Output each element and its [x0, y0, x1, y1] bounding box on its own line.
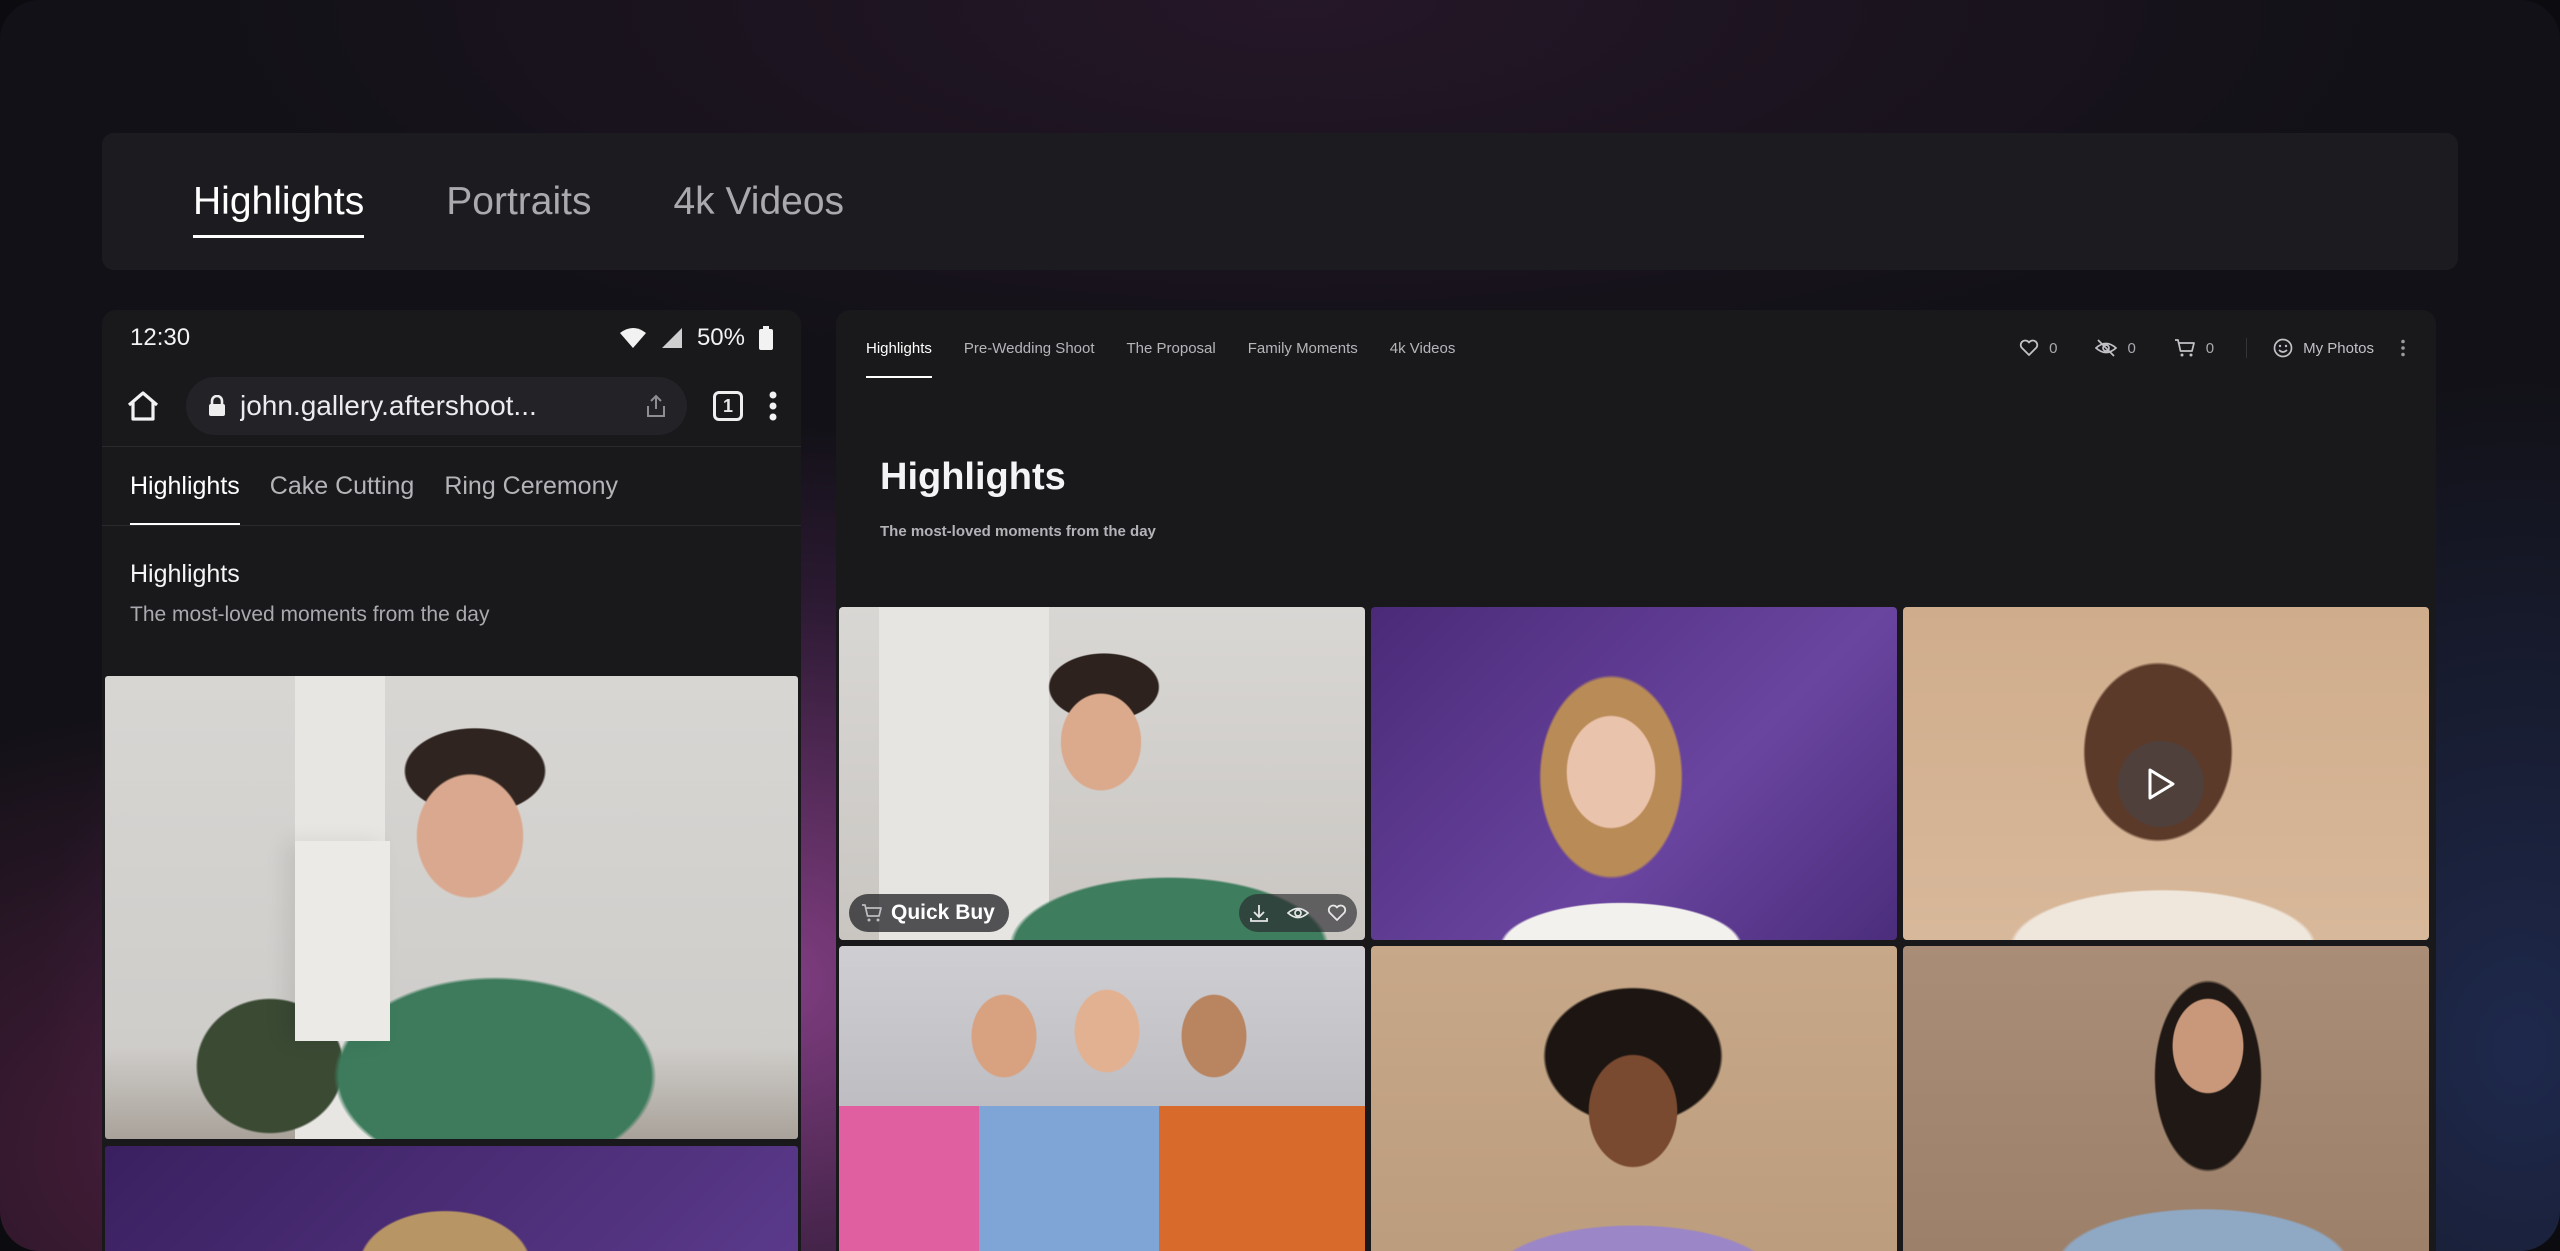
phone-tab-cake-cutting[interactable]: Cake Cutting	[270, 472, 415, 501]
heart-icon	[2019, 339, 2039, 357]
play-icon	[2146, 767, 2176, 801]
phone-photo-2[interactable]	[105, 1146, 798, 1251]
gallery-photo-4[interactable]	[839, 946, 1365, 1251]
desk-tab-the-proposal[interactable]: The Proposal	[1127, 340, 1216, 357]
gallery-photo-1[interactable]: Quick Buy	[839, 607, 1365, 940]
play-button[interactable]	[2118, 741, 2204, 827]
favorites-counter[interactable]: 0	[2013, 339, 2063, 357]
battery-icon	[759, 326, 773, 350]
url-text: john.gallery.aftershoot...	[240, 390, 537, 421]
browser-address-row: john.gallery.aftershoot... 1	[102, 366, 801, 446]
desk-tab-highlights[interactable]: Highlights	[866, 340, 932, 378]
wifi-icon	[619, 327, 647, 349]
phone-section-header: Highlights The most-loved moments from t…	[102, 526, 801, 656]
photo-actions	[1239, 894, 1357, 932]
desktop-section-subtitle: The most-loved moments from the day	[880, 523, 1156, 540]
desk-tab-4k-videos[interactable]: 4k Videos	[1390, 340, 1456, 357]
cart-count: 0	[2205, 339, 2215, 357]
eye-icon[interactable]	[1287, 905, 1309, 921]
phone-photo-1[interactable]	[105, 676, 798, 1139]
eye-off-icon	[2095, 339, 2118, 357]
gallery-video-3[interactable]	[1903, 607, 2429, 940]
tab-portraits[interactable]: Portraits	[446, 182, 591, 221]
desk-tab-family-moments[interactable]: Family Moments	[1248, 340, 1358, 357]
signal-icon	[661, 327, 683, 349]
favorites-count: 0	[2049, 339, 2058, 357]
hidden-count: 0	[2127, 339, 2136, 357]
cart-icon	[2174, 339, 2196, 357]
mobile-preview: 12:30 50% john.gallery.aftershoot... 1 H…	[102, 310, 801, 1251]
quick-buy-button[interactable]: Quick Buy	[849, 894, 1009, 932]
lock-icon	[208, 395, 226, 417]
gallery-photo-6[interactable]	[1903, 946, 2429, 1251]
my-photos-label: My Photos	[2303, 339, 2374, 357]
tabs-icon[interactable]: 1	[713, 391, 743, 421]
smile-icon	[2273, 338, 2293, 358]
download-icon[interactable]	[1249, 903, 1269, 923]
cart-counter[interactable]: 0	[2168, 339, 2220, 357]
quick-buy-label: Quick Buy	[891, 901, 995, 924]
home-icon[interactable]	[126, 390, 160, 422]
tab-highlights[interactable]: Highlights	[193, 182, 365, 238]
phone-tab-bar: Highlights Cake Cutting Ring Ceremony	[102, 446, 801, 526]
status-time: 12:30	[130, 324, 191, 351]
desktop-section-title: Highlights	[880, 456, 1066, 498]
phone-section-subtitle: The most-loved moments from the day	[130, 603, 490, 626]
desktop-nav: Highlights Pre-Wedding Shoot The Proposa…	[836, 310, 2436, 386]
phone-tab-highlights[interactable]: Highlights	[130, 472, 240, 525]
gallery-photo-5[interactable]	[1371, 946, 1897, 1251]
hidden-counter[interactable]: 0	[2089, 339, 2141, 357]
battery-label: 50%	[696, 324, 745, 351]
address-bar[interactable]: john.gallery.aftershoot...	[186, 377, 687, 435]
heart-icon[interactable]	[1327, 904, 1347, 922]
status-bar: 12:30 50%	[102, 310, 801, 366]
share-icon[interactable]	[645, 394, 667, 418]
gallery-photo-2[interactable]	[1371, 607, 1897, 940]
more-vertical-icon[interactable]	[769, 391, 777, 421]
phone-section-title: Highlights	[130, 560, 240, 588]
more-vertical-icon[interactable]	[2400, 339, 2406, 357]
desktop-preview: Highlights Pre-Wedding Shoot The Proposa…	[836, 310, 2436, 1251]
phone-tab-ring-ceremony[interactable]: Ring Ceremony	[444, 472, 618, 501]
desk-tab-pre-wedding-shoot[interactable]: Pre-Wedding Shoot	[964, 340, 1095, 357]
divider	[2246, 338, 2248, 358]
cart-icon	[861, 904, 883, 922]
my-photos-button[interactable]: My Photos	[2273, 338, 2374, 358]
tab-4k-videos[interactable]: 4k Videos	[673, 182, 844, 221]
top-tab-bar: Highlights Portraits 4k Videos	[102, 133, 2458, 270]
